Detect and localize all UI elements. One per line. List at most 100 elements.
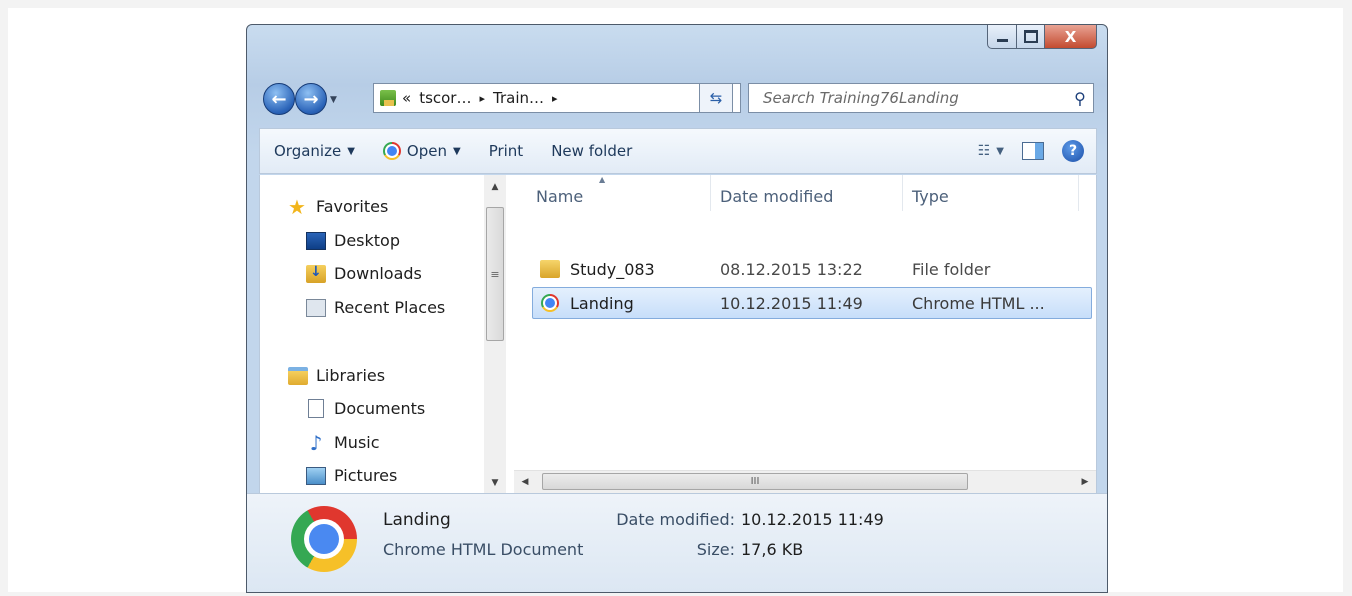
nav-label: Desktop <box>334 231 400 250</box>
nav-item-documents[interactable]: Documents <box>306 399 425 418</box>
nav-vertical-scrollbar[interactable]: ▲ ≡ ▼ <box>484 175 506 493</box>
open-button[interactable]: Open ▼ <box>369 129 475 173</box>
maximize-icon <box>1023 30 1038 43</box>
arrow-right-icon: → <box>303 88 319 110</box>
scroll-left-icon[interactable]: ◀ <box>514 471 536 493</box>
file-name: Landing <box>570 293 634 313</box>
breadcrumb-separator[interactable]: ▸ <box>479 92 485 105</box>
preview-pane-icon[interactable] <box>1022 142 1044 160</box>
help-icon[interactable]: ? <box>1062 140 1084 162</box>
scroll-up-icon[interactable]: ▲ <box>484 177 506 197</box>
chevron-down-icon[interactable]: ▼ <box>453 146 461 157</box>
sort-ascending-icon: ▲ <box>599 175 606 184</box>
open-label: Open <box>406 142 447 160</box>
change-view-button[interactable]: ☷ ▼ <box>978 143 1004 159</box>
print-button[interactable]: Print <box>475 129 538 173</box>
minimize-button[interactable] <box>987 25 1017 49</box>
column-divider[interactable] <box>902 175 903 211</box>
nav-label: Downloads <box>334 264 422 283</box>
details-pane: Landing Chrome HTML Document Date modifi… <box>247 493 1107 592</box>
breadcrumb-item-tscor[interactable]: tscor… <box>419 89 471 107</box>
nav-label: Favorites <box>316 197 389 216</box>
file-type: File folder <box>912 259 991 279</box>
file-list: ▲ Name Date modified Type Study_083 08.1… <box>514 175 1096 493</box>
maximize-button[interactable] <box>1017 25 1045 49</box>
minimize-icon <box>996 39 1008 42</box>
recent-pages-dropdown[interactable]: ▼ <box>330 95 337 105</box>
column-header-type[interactable]: Type <box>912 187 949 206</box>
folder-location-icon <box>380 90 396 106</box>
file-type: Chrome HTML ... <box>912 293 1045 313</box>
nav-item-favorites[interactable]: ★ Favorites <box>288 197 389 217</box>
scroll-down-icon[interactable]: ▼ <box>484 473 506 493</box>
caption-buttons: X <box>987 25 1097 49</box>
desktop-icon <box>306 231 326 250</box>
file-date: 08.12.2015 13:22 <box>720 259 863 279</box>
toolbar-right: ☷ ▼ ? <box>978 140 1096 162</box>
scroll-thumb[interactable]: ≡ <box>486 207 504 341</box>
scroll-right-icon[interactable]: ▶ <box>1074 471 1096 493</box>
nav-label: Music <box>334 433 380 452</box>
nav-label: Pictures <box>334 466 398 485</box>
search-box[interactable]: ⚲ <box>748 83 1094 113</box>
file-horizontal-scrollbar[interactable]: ◀ III ▶ <box>514 470 1096 493</box>
document-icon <box>308 399 324 418</box>
chevron-down-icon: ▼ <box>347 145 355 157</box>
back-button[interactable]: ← <box>263 83 295 115</box>
nav-label: Libraries <box>316 366 386 385</box>
print-label: Print <box>488 142 524 160</box>
breadcrumb-separator[interactable]: ▸ <box>552 92 558 105</box>
details-date-value: 10.12.2015 11:49 <box>741 510 884 529</box>
nav-item-desktop[interactable]: Desktop <box>306 231 400 250</box>
address-bar[interactable]: « tscor… ▸ Train… ▸ ▼ <box>373 83 741 113</box>
nav-item-recent-places[interactable]: Recent Places <box>306 298 445 317</box>
music-icon: ♪ <box>309 430 323 455</box>
breadcrumb: « tscor… ▸ Train… ▸ <box>402 89 558 107</box>
nav-item-pictures[interactable]: Pictures <box>306 466 397 485</box>
nav-item-music[interactable]: ♪ Music <box>306 430 380 455</box>
details-file-name: Landing <box>383 510 451 530</box>
explorer-window: X ← → ▼ « tscor… ▸ Train… ▸ ▼ ⇆ ⚲ Organi… <box>246 24 1108 593</box>
column-divider[interactable] <box>710 175 711 211</box>
breadcrumb-overflow[interactable]: « <box>402 89 411 107</box>
pictures-icon <box>306 466 326 485</box>
details-file-type: Chrome HTML Document <box>383 540 584 559</box>
organize-button[interactable]: Organize ▼ <box>260 129 369 173</box>
file-name: Study_083 <box>570 259 655 279</box>
search-input[interactable] <box>761 88 1055 108</box>
details-size-label: Size: <box>696 540 735 559</box>
new-folder-button[interactable]: New folder <box>537 129 646 173</box>
chrome-icon <box>291 506 357 572</box>
breadcrumb-item-train[interactable]: Train… <box>493 89 544 107</box>
list-item[interactable]: Study_083 08.12.2015 13:22 File folder <box>532 253 1092 285</box>
nav-label: Recent Places <box>334 298 446 317</box>
list-item-selected[interactable]: Landing 10.12.2015 11:49 Chrome HTML ... <box>532 287 1092 319</box>
details-date-label: Date modified: <box>616 510 735 529</box>
scroll-thumb[interactable]: III <box>542 473 968 490</box>
file-date: 10.12.2015 11:49 <box>720 293 863 313</box>
close-button[interactable]: X <box>1045 25 1097 49</box>
navigation-bar: ← → ▼ « tscor… ▸ Train… ▸ ▼ ⇆ ⚲ <box>247 75 1107 119</box>
refresh-icon: ⇆ <box>709 89 723 107</box>
refresh-button[interactable]: ⇆ <box>699 83 733 113</box>
forward-button[interactable]: → <box>295 83 327 115</box>
column-header-name[interactable]: Name <box>536 187 583 206</box>
navigation-pane: ★ Favorites Desktop Downloads Recent Pla… <box>260 175 512 493</box>
close-icon: X <box>1064 27 1077 46</box>
new-folder-label: New folder <box>551 142 633 160</box>
title-bar[interactable]: X <box>247 25 1107 71</box>
column-header-date[interactable]: Date modified <box>720 187 833 206</box>
arrow-left-icon: ← <box>271 88 287 110</box>
recent-places-icon <box>306 298 326 317</box>
libraries-icon <box>288 366 308 385</box>
nav-label: Documents <box>334 399 426 418</box>
downloads-icon <box>306 264 326 283</box>
main-content: ★ Favorites Desktop Downloads Recent Pla… <box>259 175 1097 493</box>
details-size-value: 17,6 KB <box>741 540 804 559</box>
view-details-icon: ☷ <box>977 143 991 159</box>
search-icon[interactable]: ⚲ <box>1067 89 1093 108</box>
chrome-icon <box>382 142 401 160</box>
column-divider[interactable] <box>1078 175 1079 211</box>
nav-item-downloads[interactable]: Downloads <box>306 264 422 283</box>
nav-item-libraries[interactable]: Libraries <box>288 366 385 385</box>
